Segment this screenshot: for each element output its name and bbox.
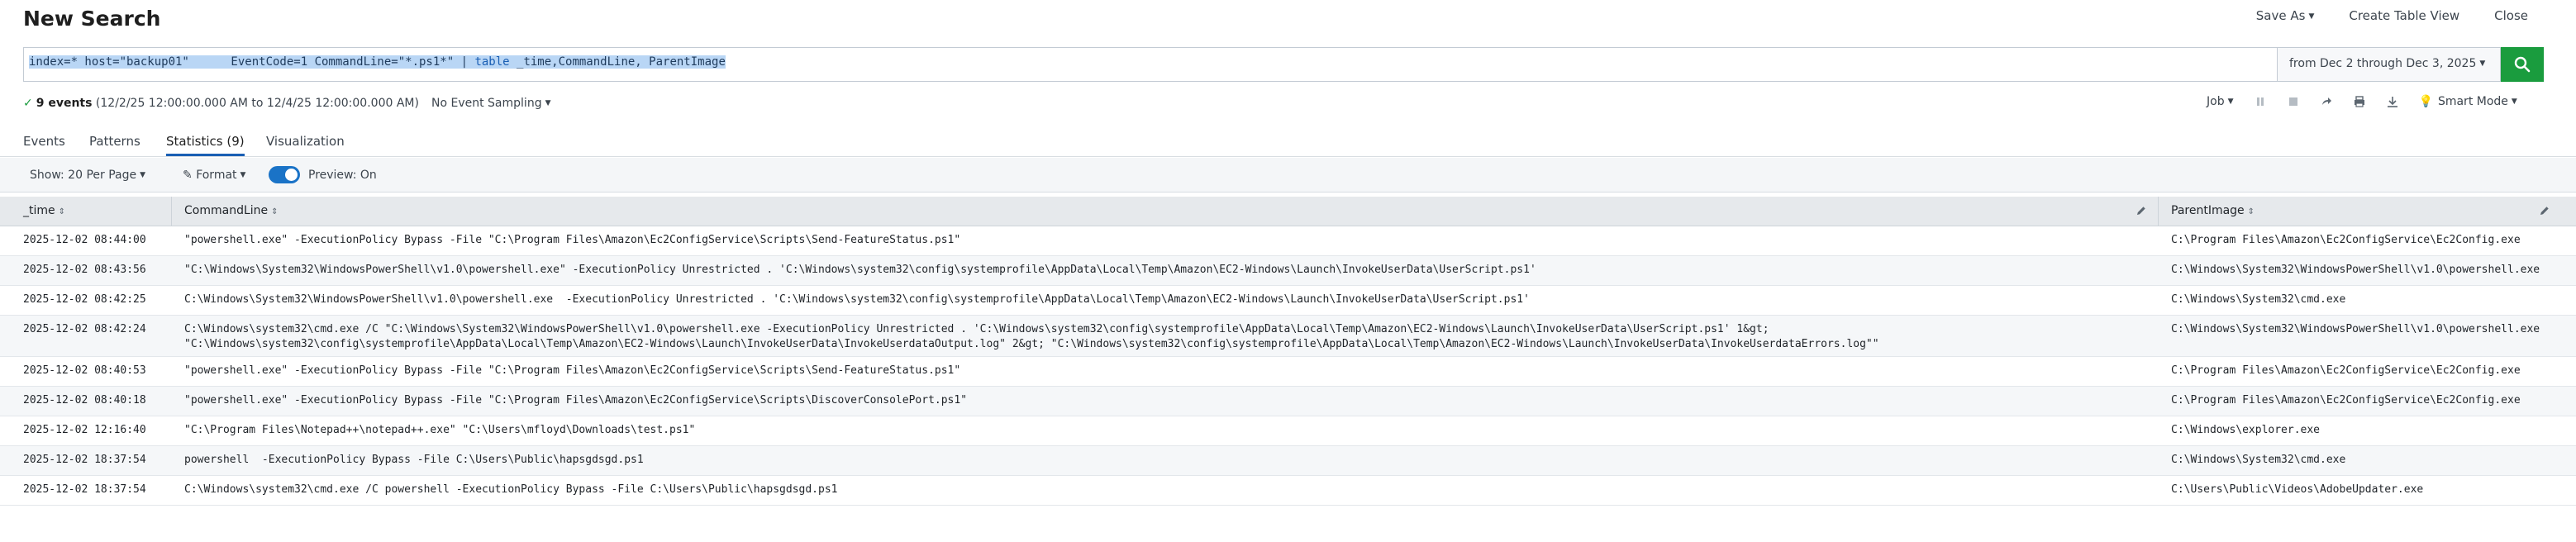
parentimage-cell[interactable]: C:\Windows\System32\WindowsPowerShell\v1… (2171, 322, 2540, 337)
parentimage-cell[interactable]: C:\Program Files\Amazon\Ec2ConfigService… (2171, 364, 2521, 378)
query-keyword: table (474, 55, 510, 69)
time-cell[interactable]: 2025-12-02 08:40:18 (23, 393, 146, 408)
chevron-down-icon: ▼ (140, 171, 146, 179)
parentimage-cell[interactable]: C:\Windows\System32\WindowsPowerShell\v1… (2171, 263, 2540, 278)
column-divider[interactable] (171, 197, 172, 226)
table-header: _time ⇕ CommandLine ⇕ ParentImage ⇕ (0, 197, 2576, 226)
results-tabs: Events Patterns Statistics (9) Visualiza… (0, 122, 2576, 157)
parentimage-cell[interactable]: C:\Program Files\Amazon\Ec2ConfigService… (2171, 393, 2521, 408)
column-header-time[interactable]: _time ⇕ (23, 197, 65, 226)
commandline-cell[interactable]: "C:\Program Files\Notepad++\notepad++.ex… (184, 423, 695, 438)
save-as-button[interactable]: Save As ▼ (2256, 8, 2315, 23)
pause-icon[interactable] (2254, 95, 2267, 108)
time-cell[interactable]: 2025-12-02 08:42:24 (23, 322, 146, 337)
parentimage-cell[interactable]: C:\Windows\System32\cmd.exe (2171, 453, 2345, 468)
sort-icon: ⇕ (271, 207, 279, 216)
time-range-picker[interactable]: from Dec 2 through Dec 3, 2025 ▼ (2278, 47, 2501, 82)
commandline-cell[interactable]: "powershell.exe" -ExecutionPolicy Bypass… (184, 364, 960, 378)
create-table-view-button[interactable]: Create Table View (2349, 8, 2459, 23)
commandline-cell[interactable]: C:\Windows\system32\cmd.exe /C powershel… (184, 483, 838, 497)
job-dropdown[interactable]: Job ▼ (2207, 95, 2234, 108)
table-row: 2025-12-02 08:44:00 "powershell.exe" -Ex… (0, 226, 2576, 256)
commandline-cell[interactable]: powershell -ExecutionPolicy Bypass -File… (184, 453, 644, 468)
edit-column-icon[interactable] (2136, 205, 2147, 216)
header-actions: Save As ▼ Create Table View Close (2256, 8, 2528, 23)
check-icon: ✓ (23, 97, 33, 110)
format-dropdown[interactable]: ✎ Format ▼ (183, 169, 245, 182)
time-cell[interactable]: 2025-12-02 08:44:00 (23, 233, 146, 248)
page-title: New Search (23, 7, 161, 31)
app-header: New Search Save As ▼ Create Table View Cl… (0, 0, 2576, 41)
chevron-down-icon: ▼ (545, 99, 551, 107)
chevron-down-icon: ▼ (240, 171, 246, 179)
commandline-cell[interactable]: "C:\Windows\System32\WindowsPowerShell\v… (184, 263, 1536, 278)
search-mode-dropdown[interactable]: 💡 Smart Mode ▼ (2419, 95, 2517, 108)
table-row: 2025-12-02 12:16:40 "C:\Program Files\No… (0, 416, 2576, 446)
query-fields: _time,CommandLine, ParentImage (509, 55, 726, 69)
commandline-cell[interactable]: C:\Windows\System32\WindowsPowerShell\v1… (184, 292, 1530, 307)
search-button[interactable] (2501, 47, 2544, 82)
tab-statistics[interactable]: Statistics (9) (166, 134, 245, 156)
tab-events[interactable]: Events (23, 134, 65, 149)
tab-patterns[interactable]: Patterns (89, 134, 140, 149)
table-row: 2025-12-02 18:37:54 powershell -Executio… (0, 446, 2576, 476)
stop-icon[interactable] (2287, 95, 2300, 108)
parentimage-cell[interactable]: C:\Windows\System32\cmd.exe (2171, 292, 2345, 307)
table-row: 2025-12-02 08:43:56 "C:\Windows\System32… (0, 256, 2576, 286)
table-row: 2025-12-02 18:37:54 C:\Windows\system32\… (0, 476, 2576, 506)
preview-label: Preview: On (308, 169, 377, 182)
time-cell[interactable]: 2025-12-02 08:43:56 (23, 263, 146, 278)
chevron-down-icon: ▼ (2308, 12, 2315, 21)
time-cell[interactable]: 2025-12-02 18:37:54 (23, 453, 146, 468)
time-cell[interactable]: 2025-12-02 08:42:25 (23, 292, 146, 307)
table-row: 2025-12-02 08:42:24 C:\Windows\system32\… (0, 316, 2576, 357)
table-row: 2025-12-02 08:40:53 "powershell.exe" -Ex… (0, 357, 2576, 387)
parentimage-cell[interactable]: C:\Program Files\Amazon\Ec2ConfigService… (2171, 233, 2521, 248)
download-icon[interactable] (2386, 95, 2399, 108)
chevron-down-icon: ▼ (2511, 97, 2517, 106)
search-input[interactable]: index=* host="backup01" EventCode=1 Comm… (23, 47, 2278, 82)
tab-visualization[interactable]: Visualization (266, 134, 345, 149)
parentimage-cell[interactable]: C:\Users\Public\Videos\AdobeUpdater.exe (2171, 483, 2423, 497)
job-controls: Job ▼ 💡 Smart Mode ▼ (2207, 95, 2517, 108)
share-icon[interactable] (2320, 95, 2333, 108)
preview-toggle[interactable] (269, 166, 300, 183)
per-page-dropdown[interactable]: Show: 20 Per Page ▼ (30, 169, 145, 182)
sort-icon: ⇕ (58, 207, 66, 216)
event-status: ✓ 9 events (12/2/25 12:00:00.000 AM to 12… (23, 97, 419, 110)
table-row: 2025-12-02 08:42:25 C:\Windows\System32\… (0, 286, 2576, 316)
close-button[interactable]: Close (2494, 8, 2528, 23)
event-time-range: (12/2/25 12:00:00.000 AM to 12/4/25 12:0… (95, 97, 419, 110)
sort-icon: ⇕ (2247, 207, 2255, 216)
chevron-down-icon: ▼ (2227, 97, 2234, 106)
lightbulb-icon: 💡 (2418, 95, 2433, 108)
time-cell[interactable]: 2025-12-02 18:37:54 (23, 483, 146, 497)
event-count: 9 events (36, 97, 93, 110)
print-icon[interactable] (2353, 95, 2366, 108)
results-toolbar: Show: 20 Per Page ▼ ✎ Format ▼ Preview: On (0, 158, 2576, 193)
time-cell[interactable]: 2025-12-02 08:40:53 (23, 364, 146, 378)
column-header-commandline[interactable]: CommandLine ⇕ (184, 197, 279, 226)
pencil-icon: ✎ (183, 169, 197, 182)
column-header-parentimage[interactable]: ParentImage ⇕ (2171, 197, 2255, 226)
column-divider[interactable] (2158, 197, 2159, 226)
search-icon (2514, 56, 2531, 73)
commandline-cell[interactable]: C:\Windows\system32\cmd.exe /C "C:\Windo… (184, 322, 1879, 352)
event-sampling-dropdown[interactable]: No Event Sampling ▼ (431, 97, 551, 110)
time-cell[interactable]: 2025-12-02 12:16:40 (23, 423, 146, 438)
parentimage-cell[interactable]: C:\Windows\explorer.exe (2171, 423, 2320, 438)
edit-column-icon[interactable] (2539, 205, 2550, 216)
search-query[interactable]: index=* host="backup01" EventCode=1 Comm… (29, 55, 726, 69)
commandline-cell[interactable]: "powershell.exe" -ExecutionPolicy Bypass… (184, 233, 960, 248)
table-row: 2025-12-02 08:40:18 "powershell.exe" -Ex… (0, 387, 2576, 416)
chevron-down-icon: ▼ (2479, 59, 2486, 68)
commandline-cell[interactable]: "powershell.exe" -ExecutionPolicy Bypass… (184, 393, 967, 408)
query-selected-text: index=* host="backup01" EventCode=1 Comm… (29, 55, 475, 69)
